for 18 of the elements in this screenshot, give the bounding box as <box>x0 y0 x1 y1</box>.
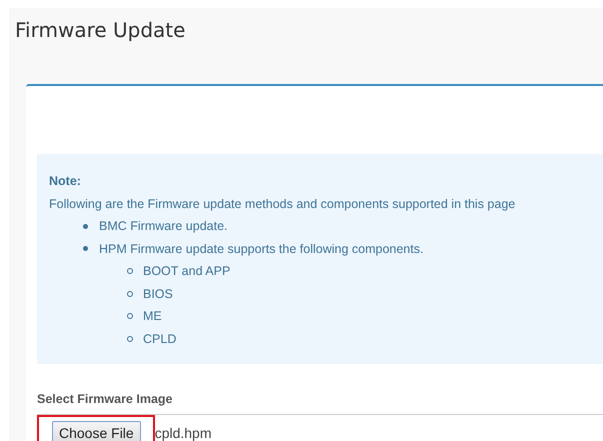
list-item-text: ME <box>143 308 162 325</box>
note-text: Following are the Firmware update methods and components supported in this page <box>49 196 516 213</box>
list-item-text: BMC Firmware update. <box>99 218 228 235</box>
bullet-icon <box>127 313 133 320</box>
list-item-text: CPLD <box>143 330 176 348</box>
list-item-text: BIOS <box>143 286 173 302</box>
bullet-icon <box>83 246 88 252</box>
list-item-text: BOOT and APP <box>143 263 230 280</box>
bullet-icon <box>127 268 133 274</box>
note-heading: Note: <box>49 173 82 190</box>
bullet-icon <box>127 336 133 342</box>
bullet-icon <box>127 290 133 297</box>
field-label: Select Firmware Image <box>37 392 174 406</box>
choose-file-button[interactable]: Choose File <box>52 421 141 441</box>
file-name: cpld.hpm <box>154 425 212 441</box>
page-title: Firmware Update <box>15 17 186 44</box>
list-item-text: HPM Firmware update supports the following components. <box>99 240 424 258</box>
bullet-icon <box>83 224 88 229</box>
